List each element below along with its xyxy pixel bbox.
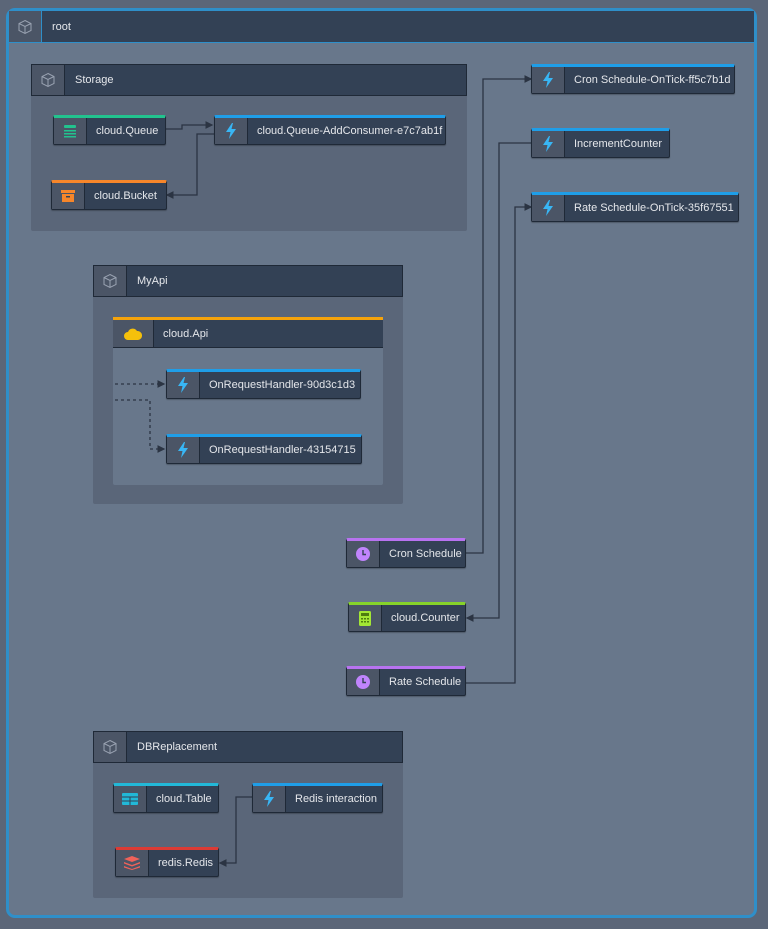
node-label: cloud.Bucket [94,190,157,202]
cube-icon [94,732,127,762]
node-queue[interactable]: cloud.Queue [53,115,166,145]
lightning-icon [167,437,200,463]
node-label: Rate Schedule-OnTick-35f67551 [574,202,734,214]
group-label: DBReplacement [137,741,218,753]
cloud-icon [113,320,154,347]
node-label: cloud.Queue-AddConsumer-e7c7ab1f [257,125,443,137]
group-label: MyApi [137,275,168,287]
node-label: Cron Schedule-OnTick-ff5c7b1d [574,74,731,86]
api-header[interactable]: cloud.Api [113,317,383,348]
table-icon [114,786,147,812]
group-header[interactable]: DBReplacement [93,731,403,763]
node-rate-tick[interactable]: Rate Schedule-OnTick-35f67551 [531,192,739,222]
api-label: cloud.Api [163,327,209,340]
node-table[interactable]: cloud.Table [113,783,219,813]
group-label: Storage [75,74,114,86]
cube-icon [32,65,65,95]
lightning-icon [532,131,565,157]
node-rate-schedule[interactable]: Rate Schedule [346,666,466,696]
lightning-icon [253,786,286,812]
node-label: cloud.Table [156,793,212,805]
node-cron-schedule[interactable]: Cron Schedule [346,538,466,568]
node-redis-interaction[interactable]: Redis interaction [252,783,383,813]
node-label: OnRequestHandler-90d3c1d3 [209,379,356,391]
node-handler-2[interactable]: OnRequestHandler-43154715 [166,434,362,464]
clock-icon [347,541,380,567]
node-label: Cron Schedule [389,548,462,560]
node-label: Rate Schedule [389,676,462,688]
node-label: redis.Redis [158,857,214,869]
clock-icon [347,669,380,695]
node-queue-consumer[interactable]: cloud.Queue-AddConsumer-e7c7ab1f [214,115,446,145]
node-label: OnRequestHandler-43154715 [209,444,356,456]
node-label: cloud.Counter [391,612,460,624]
node-increment-counter[interactable]: IncrementCounter [531,128,670,158]
node-cron-tick[interactable]: Cron Schedule-OnTick-ff5c7b1d [531,64,735,94]
lightning-icon [532,195,565,221]
root-label: root [52,20,71,33]
bucket-icon [52,183,85,209]
cube-icon [94,266,127,296]
redis-icon [116,850,149,876]
calculator-icon [349,605,382,631]
cube-icon [9,11,42,42]
node-handler-1[interactable]: OnRequestHandler-90d3c1d3 [166,369,361,399]
node-redis[interactable]: redis.Redis [115,847,219,877]
group-header[interactable]: MyApi [93,265,403,297]
node-bucket[interactable]: cloud.Bucket [51,180,167,210]
node-label: cloud.Queue [96,125,159,137]
lightning-icon [215,118,248,144]
lightning-icon [532,67,565,93]
root-header[interactable]: root [9,11,754,43]
queue-icon [54,118,87,144]
node-label: Redis interaction [295,793,377,805]
group-header[interactable]: Storage [31,64,467,96]
lightning-icon [167,372,200,398]
node-counter[interactable]: cloud.Counter [348,602,466,632]
node-label: IncrementCounter [574,138,663,150]
